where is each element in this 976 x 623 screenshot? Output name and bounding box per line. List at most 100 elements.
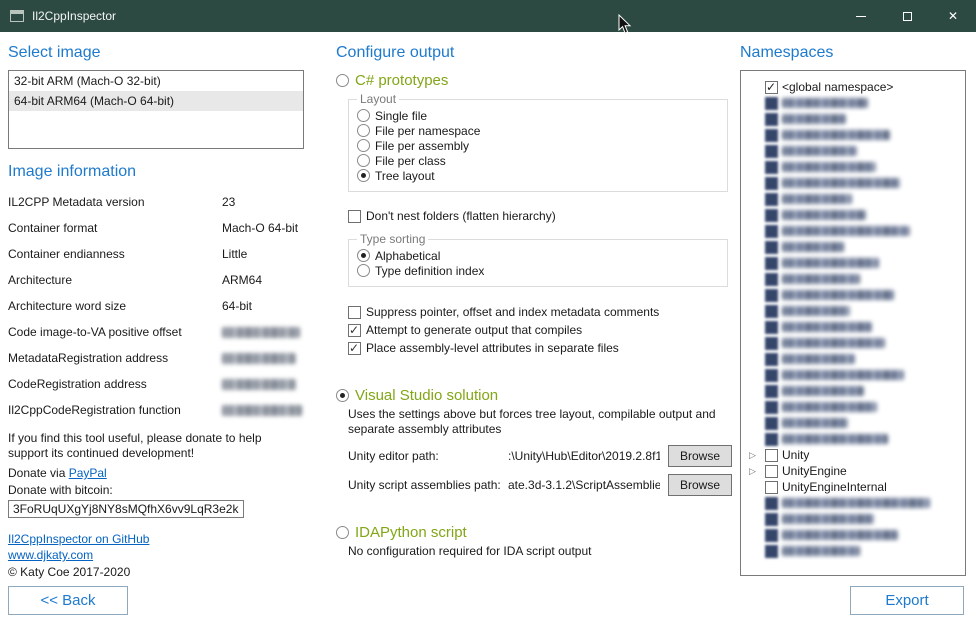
github-link[interactable]: Il2CppInspector on GitHub [8, 532, 149, 546]
sorting-option[interactable]: Alphabetical [357, 248, 719, 263]
radio-label: Single file [375, 109, 427, 123]
idapython-radio[interactable]: IDAPython script [336, 522, 732, 542]
namespace-list[interactable]: <global namespace> ▷Unity▷UnityEngineUnit… [740, 70, 966, 576]
image-list[interactable]: 32-bit ARM (Mach-O 32-bit)64-bit ARM64 (… [8, 70, 304, 149]
namespace-item[interactable] [749, 319, 961, 335]
maximize-button[interactable] [884, 0, 930, 32]
checkbox-icon[interactable] [765, 369, 778, 382]
browse-button[interactable]: Browse [668, 474, 732, 496]
sorting-option[interactable]: Type definition index [357, 263, 719, 278]
checkbox-icon[interactable] [765, 465, 778, 478]
image-list-item[interactable]: 64-bit ARM64 (Mach-O 64-bit) [9, 91, 303, 111]
checkbox-icon[interactable] [765, 81, 778, 94]
namespace-item[interactable] [749, 271, 961, 287]
checkbox-icon[interactable] [765, 529, 778, 542]
layout-option[interactable]: Tree layout [357, 168, 719, 183]
namespace-item[interactable] [749, 527, 961, 543]
website-link[interactable]: www.djkaty.com [8, 548, 93, 562]
radio-label: File per class [375, 154, 446, 168]
namespace-item[interactable]: ▷Unity [749, 447, 961, 463]
bitcoin-address-input[interactable] [8, 500, 244, 518]
checkbox-icon[interactable] [765, 513, 778, 526]
layout-option[interactable]: Single file [357, 108, 719, 123]
namespace-item[interactable] [749, 255, 961, 271]
checkbox-icon[interactable] [765, 257, 778, 270]
checkbox-icon[interactable] [765, 225, 778, 238]
namespace-item[interactable] [749, 191, 961, 207]
checkbox-icon[interactable] [765, 385, 778, 398]
checkbox-icon[interactable] [765, 353, 778, 366]
namespace-item[interactable] [749, 95, 961, 111]
checkbox-icon[interactable] [765, 129, 778, 142]
radio-label: Tree layout [375, 169, 435, 183]
back-button[interactable]: << Back [8, 586, 128, 615]
redacted-label [782, 322, 872, 332]
output-checkbox[interactable]: Attempt to generate output that compiles [348, 321, 732, 339]
layout-option[interactable]: File per class [357, 153, 719, 168]
checkbox-icon[interactable] [765, 273, 778, 286]
checkbox-icon[interactable] [765, 305, 778, 318]
flatten-checkbox[interactable]: Don't nest folders (flatten hierarchy) [348, 208, 732, 224]
namespace-item[interactable] [749, 207, 961, 223]
output-checkbox[interactable]: Place assembly-level attributes in separ… [348, 339, 732, 357]
namespace-item[interactable] [749, 367, 961, 383]
checkbox-icon[interactable] [765, 241, 778, 254]
browse-button[interactable]: Browse [668, 445, 732, 467]
checkbox-icon[interactable] [765, 145, 778, 158]
export-button[interactable]: Export [850, 586, 964, 615]
checkbox-icon[interactable] [765, 113, 778, 126]
checkbox-icon[interactable] [765, 497, 778, 510]
checkbox-icon[interactable] [765, 289, 778, 302]
checkbox-icon[interactable] [765, 481, 778, 494]
namespace-item[interactable] [749, 543, 961, 559]
paypal-link[interactable]: PayPal [69, 466, 107, 480]
namespace-item[interactable] [749, 223, 961, 239]
namespace-item[interactable] [749, 351, 961, 367]
checkbox-icon[interactable] [765, 401, 778, 414]
checkbox-icon[interactable] [765, 417, 778, 430]
redacted-label [782, 498, 930, 508]
namespace-item[interactable] [749, 383, 961, 399]
csharp-prototypes-radio[interactable]: C# prototypes [336, 70, 732, 90]
namespace-item[interactable] [749, 399, 961, 415]
namespace-item[interactable] [749, 127, 961, 143]
namespace-item[interactable] [749, 239, 961, 255]
checkbox-icon[interactable] [765, 337, 778, 350]
namespace-item[interactable] [749, 143, 961, 159]
namespace-item[interactable]: <global namespace> [749, 79, 961, 95]
expander-icon[interactable]: ▷ [749, 451, 761, 460]
namespace-item[interactable]: UnityEngineInternal [749, 479, 961, 495]
namespace-item[interactable] [749, 415, 961, 431]
checkbox-icon[interactable] [765, 209, 778, 222]
close-button[interactable]: ✕ [930, 0, 976, 32]
namespace-item[interactable] [749, 511, 961, 527]
namespace-item[interactable] [749, 159, 961, 175]
checkbox-icon[interactable] [765, 433, 778, 446]
path-label: Unity editor path: [348, 449, 508, 463]
expander-icon[interactable]: ▷ [749, 467, 761, 476]
visual-studio-radio[interactable]: Visual Studio solution [336, 385, 732, 405]
image-list-item[interactable]: 32-bit ARM (Mach-O 32-bit) [9, 71, 303, 91]
checkbox-icon[interactable] [765, 449, 778, 462]
checkbox-icon[interactable] [765, 193, 778, 206]
checkbox-icon[interactable] [765, 177, 778, 190]
checkbox-icon[interactable] [765, 161, 778, 174]
checkbox-icon[interactable] [765, 97, 778, 110]
namespace-item[interactable] [749, 495, 961, 511]
namespace-item[interactable] [749, 431, 961, 447]
checkbox-icon[interactable] [765, 321, 778, 334]
layout-option[interactable]: File per assembly [357, 138, 719, 153]
output-checkbox[interactable]: Suppress pointer, offset and index metad… [348, 303, 732, 321]
namespace-item[interactable]: ▷UnityEngine [749, 463, 961, 479]
redacted-value [222, 353, 296, 364]
checkbox-icon[interactable] [765, 545, 778, 558]
namespace-item[interactable] [749, 175, 961, 191]
namespace-item[interactable] [749, 287, 961, 303]
minimize-button[interactable] [838, 0, 884, 32]
namespace-item[interactable] [749, 111, 961, 127]
namespace-item[interactable] [749, 335, 961, 351]
layout-option[interactable]: File per namespace [357, 123, 719, 138]
redacted-label [782, 258, 879, 268]
namespace-item[interactable] [749, 303, 961, 319]
flatten-checkbox-label: Don't nest folders (flatten hierarchy) [366, 209, 556, 223]
